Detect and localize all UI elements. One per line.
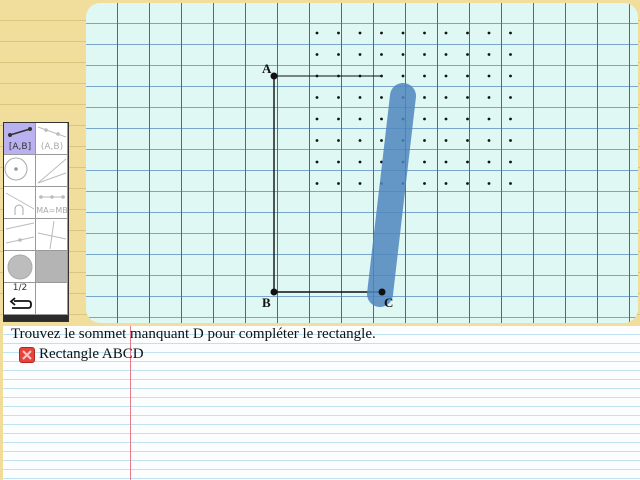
grid-dot — [358, 96, 362, 99]
empty-tool-slot — [36, 283, 68, 315]
grid-dot — [509, 160, 512, 164]
grid-dot — [315, 31, 319, 35]
segment-tool[interactable]: [A,B] — [4, 123, 36, 155]
grid-dot — [487, 74, 491, 78]
grid-dot — [337, 182, 340, 185]
grid-dot — [466, 31, 469, 35]
grid-dot — [466, 117, 469, 121]
grid-dot — [315, 117, 319, 121]
grid-dot — [487, 96, 491, 99]
grid-dot — [315, 160, 319, 164]
grid-dot — [466, 139, 469, 142]
grid-dot — [509, 139, 512, 142]
point-a[interactable] — [270, 72, 278, 80]
grid-dot — [423, 31, 426, 35]
grid-dot — [401, 31, 405, 35]
grid-dot — [358, 182, 362, 185]
grid-dot — [423, 182, 426, 185]
point-c-label: C — [384, 295, 393, 310]
line-tool[interactable]: (A,B) — [36, 123, 68, 155]
grid-dot — [487, 117, 491, 121]
grid-dot — [315, 139, 319, 142]
grid-dot — [423, 117, 426, 121]
grid-dot — [509, 117, 512, 121]
grid-dot — [358, 31, 362, 35]
point-a-label: A — [262, 61, 272, 76]
grid-dot — [509, 96, 512, 99]
grid-dot — [380, 139, 383, 142]
task-label: Rectangle ABCD — [39, 346, 144, 362]
instruction-text: Trouvez le sommet manquant D pour complé… — [11, 326, 376, 342]
circle-tool[interactable] — [4, 155, 36, 187]
grid-dot — [466, 160, 469, 164]
undo-button[interactable]: 1/2 — [4, 283, 36, 315]
grid-dot — [487, 182, 491, 185]
grid-dot — [337, 53, 340, 56]
grid-dot — [380, 53, 383, 56]
geometry-canvas[interactable]: A B C — [86, 3, 638, 323]
midpoint-tool-label: MA=MB — [36, 206, 68, 215]
grid-dot — [509, 31, 512, 35]
cross-icon — [19, 347, 35, 363]
point-b[interactable] — [270, 288, 278, 296]
grid-dot — [444, 139, 448, 142]
grid-dot — [444, 74, 448, 78]
grid-dot — [466, 96, 469, 99]
grid-dot — [444, 117, 448, 121]
grid-dot — [444, 31, 448, 35]
grid-dot — [444, 182, 448, 185]
grid-dot — [423, 96, 426, 99]
ray-tool[interactable] — [36, 155, 68, 187]
grid-dot — [487, 53, 491, 56]
tool-palette: [A,B] (A,B) MA=MB 1/2 — [3, 122, 69, 322]
grid-dot — [337, 117, 340, 121]
grid-dot — [509, 53, 512, 56]
parallel-tool[interactable] — [4, 219, 36, 251]
palette-footer — [4, 315, 68, 321]
segment-tool-label: [A,B] — [8, 142, 32, 152]
grid-dot — [466, 53, 469, 56]
grid-dot — [337, 96, 340, 99]
arc-tool[interactable] — [4, 187, 36, 219]
grid-dot — [444, 53, 448, 56]
grid-dot — [487, 31, 491, 35]
grid-dot — [423, 74, 426, 78]
grid-dot — [509, 182, 512, 185]
grid-dot — [423, 139, 426, 142]
perpendicular-tool[interactable] — [36, 219, 68, 251]
grid-dot — [509, 74, 512, 78]
grid-dot — [337, 160, 340, 164]
grid-dot — [380, 31, 383, 35]
point-b-label: B — [262, 295, 271, 310]
line-tool-label: (A,B) — [40, 142, 64, 152]
grid-dot — [358, 117, 362, 121]
color-picker-tool[interactable] — [4, 251, 36, 283]
fill-tool[interactable] — [36, 251, 68, 283]
grid-dot — [401, 53, 405, 56]
grid-dot — [315, 53, 319, 56]
grid-dot — [423, 160, 426, 164]
grid-dot — [423, 53, 426, 56]
canvas-drawing: A B C — [262, 31, 512, 310]
grid-dot — [358, 160, 362, 164]
midpoint-tool[interactable]: MA=MB — [36, 187, 68, 219]
grid-dot — [337, 139, 340, 142]
undo-icon — [9, 297, 32, 309]
grid-dot — [444, 96, 448, 99]
grid-dot — [358, 53, 362, 56]
grid-dot — [487, 160, 491, 164]
grid-dot — [466, 74, 469, 78]
grid-dot — [380, 117, 383, 121]
grid-dot — [315, 182, 319, 185]
grid-dot — [401, 74, 405, 78]
grid-dot — [358, 139, 362, 142]
grid-dot — [487, 139, 491, 142]
grid-dot — [315, 96, 319, 99]
highlight-stroke — [367, 83, 416, 307]
grid-dot — [337, 31, 340, 35]
grid-dot — [444, 160, 448, 164]
grid-dot — [466, 182, 469, 185]
grid-dot — [380, 96, 383, 99]
